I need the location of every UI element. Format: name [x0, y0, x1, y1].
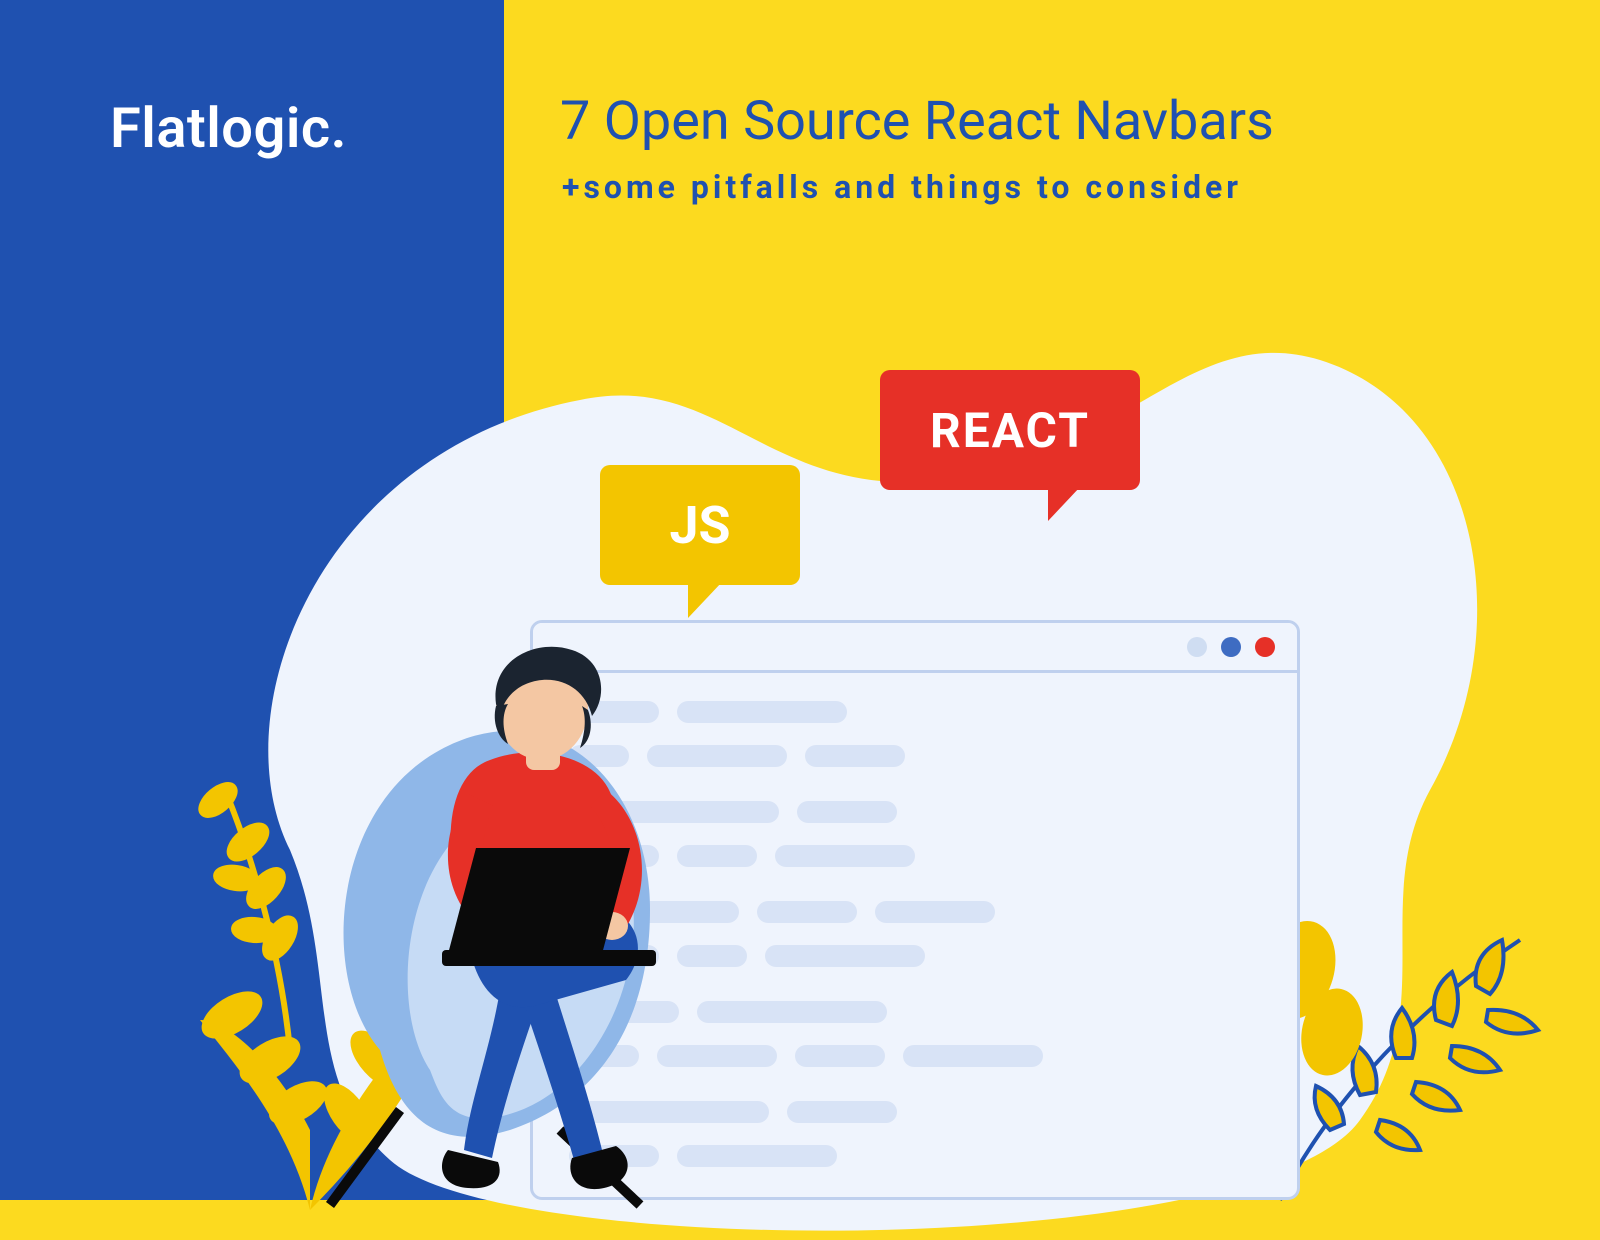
leaves-right-icon	[1260, 880, 1600, 1220]
react-bubble-tail	[1048, 487, 1080, 521]
js-bubble: JS	[600, 465, 800, 585]
js-bubble-tail	[688, 582, 722, 618]
react-bubble: REACT	[880, 370, 1140, 490]
window-dot-close-icon	[1255, 637, 1275, 657]
hero-subtitle: +some pitfalls and things to consider	[562, 168, 1242, 206]
person-illustration	[290, 630, 810, 1210]
window-dot-max-icon	[1221, 637, 1241, 657]
js-bubble-label: JS	[669, 495, 730, 556]
window-dot-min-icon	[1187, 637, 1207, 657]
brand-logo: Flatlogic.	[110, 95, 347, 161]
hero-title: 7 Open Source React Navbars	[560, 90, 1274, 153]
react-bubble-label: REACT	[930, 402, 1090, 459]
